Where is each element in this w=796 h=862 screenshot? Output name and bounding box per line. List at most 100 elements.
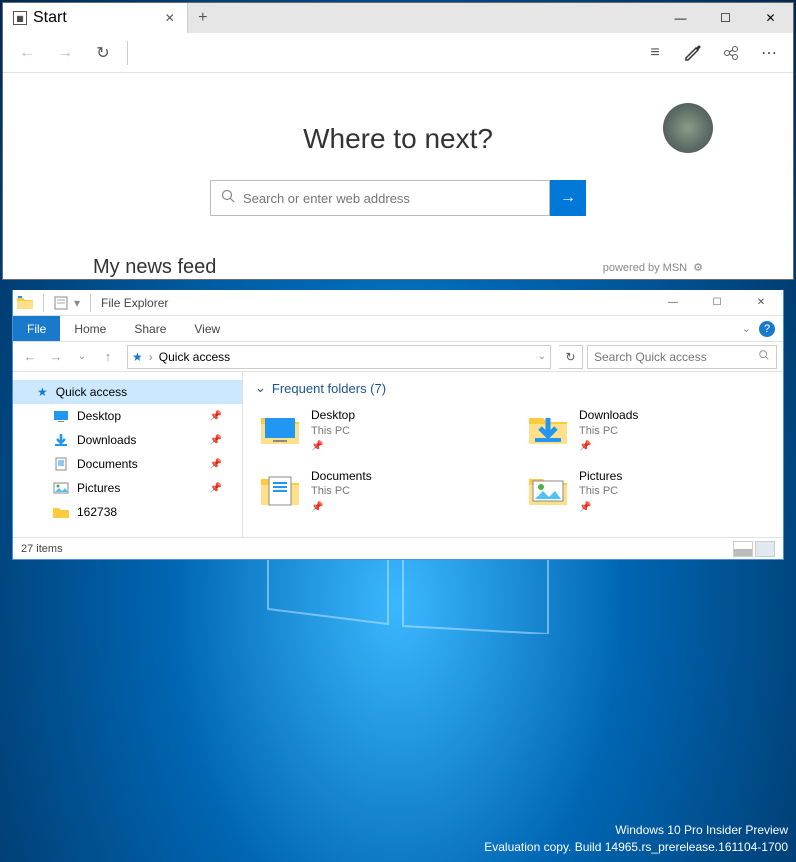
fe-maximize-button[interactable]: ☐ xyxy=(695,290,739,316)
fe-minimize-button[interactable]: — xyxy=(651,290,695,316)
ribbon-home-tab[interactable]: Home xyxy=(60,316,120,341)
qa-dropdown[interactable]: ▾ xyxy=(74,296,80,310)
pin-icon: 📌 xyxy=(579,501,622,514)
folder-icon xyxy=(259,473,301,509)
close-window-button[interactable]: ✕ xyxy=(748,3,793,33)
sidebar-item-label: Quick access xyxy=(56,385,127,399)
folder-location: This PC xyxy=(311,424,355,438)
browser-tab[interactable]: ▦ Start ✕ xyxy=(3,3,188,33)
toolbar-separator xyxy=(127,41,128,65)
folder-location: This PC xyxy=(579,484,622,498)
sidebar-item-quick-access[interactable]: ★ Quick access xyxy=(13,380,242,404)
back-button[interactable]: ← xyxy=(9,35,45,71)
view-icons-button[interactable] xyxy=(755,541,775,557)
fe-ribbon: File Home Share View ⌄ ? xyxy=(13,316,783,342)
ribbon-file-tab[interactable]: File xyxy=(13,316,60,341)
fe-properties-icon[interactable] xyxy=(54,296,68,310)
folder-item[interactable]: DesktopThis PC 📌 xyxy=(255,404,503,457)
tab-title: Start xyxy=(33,9,67,27)
pin-icon: 📌 xyxy=(210,483,222,494)
fe-search-input[interactable] xyxy=(594,350,758,364)
folder-icon xyxy=(53,505,69,519)
fe-sidebar: ★ Quick access Desktop 📌 Downloads 📌 Doc… xyxy=(13,372,243,537)
folder-item[interactable]: DocumentsThis PC📌 xyxy=(255,465,503,518)
view-details-button[interactable] xyxy=(733,541,753,557)
folder-item[interactable]: PicturesThis PC📌 xyxy=(523,465,771,518)
folder-icon xyxy=(527,412,569,448)
sidebar-item-downloads[interactable]: Downloads 📌 xyxy=(13,428,242,452)
fe-window-title: File Explorer xyxy=(95,296,168,310)
search-input[interactable] xyxy=(243,191,539,206)
address-bar[interactable]: ★ › Quick access ⌄ xyxy=(127,345,551,369)
sidebar-item-label: Pictures xyxy=(77,481,120,495)
folder-location: This PC xyxy=(579,424,638,438)
edge-content: Where to next? → My news feed powered by… xyxy=(3,73,793,279)
folder-location: This PC xyxy=(311,484,372,498)
breadcrumb-text: Quick access xyxy=(159,350,230,364)
fe-app-icon xyxy=(17,296,33,310)
minimize-button[interactable]: — xyxy=(658,3,703,33)
edge-titlebar: ▦ Start ✕ + — ☐ ✕ xyxy=(3,3,793,33)
fe-history-button[interactable]: ⌄ xyxy=(71,346,93,368)
edge-toolbar: ← → ↻ ≡ ⋯ xyxy=(3,33,793,73)
star-icon: ★ xyxy=(37,385,48,399)
fe-forward-button[interactable]: → xyxy=(45,346,67,368)
page-heading: Where to next? xyxy=(43,123,753,155)
fe-search-box[interactable] xyxy=(587,345,777,369)
fe-refresh-button[interactable]: ↻ xyxy=(559,345,583,369)
hub-button[interactable]: ≡ xyxy=(637,35,673,71)
desktop-icon xyxy=(53,409,69,423)
search-box[interactable] xyxy=(210,180,550,216)
folder-icon xyxy=(527,473,569,509)
folder-item[interactable]: DownloadsThis PC📌 xyxy=(523,404,771,457)
share-button[interactable] xyxy=(713,35,749,71)
search-icon xyxy=(221,189,235,208)
close-tab-button[interactable]: ✕ xyxy=(163,11,177,25)
settings-gear-icon[interactable]: ⚙ xyxy=(693,261,703,274)
sidebar-item-label: 162738 xyxy=(77,505,117,519)
fe-close-button[interactable]: ✕ xyxy=(739,290,783,316)
fe-nav-bar: ← → ⌄ ↑ ★ › Quick access ⌄ ↻ xyxy=(13,342,783,372)
watermark-line2: Evaluation copy. Build 14965.rs_prerelea… xyxy=(484,839,788,856)
help-icon[interactable]: ? xyxy=(759,321,775,337)
sidebar-item-documents[interactable]: Documents 📌 xyxy=(13,452,242,476)
edge-browser-window: ▦ Start ✕ + — ☐ ✕ ← → ↻ ≡ ⋯ Where to nex… xyxy=(2,2,794,280)
pin-icon: 📌 xyxy=(210,411,222,422)
chevron-down-icon: ⌄ xyxy=(255,380,266,396)
pin-icon: 📌 xyxy=(210,435,222,446)
forward-button[interactable]: → xyxy=(47,35,83,71)
new-tab-button[interactable]: + xyxy=(188,9,218,27)
tab-favicon: ▦ xyxy=(13,11,27,25)
watermark-line1: Windows 10 Pro Insider Preview xyxy=(484,822,788,839)
ribbon-share-tab[interactable]: Share xyxy=(120,316,180,341)
folder-icon xyxy=(259,412,301,448)
search-go-button[interactable]: → xyxy=(550,180,586,216)
sidebar-item-label: Desktop xyxy=(77,409,121,423)
sidebar-item-label: Documents xyxy=(77,457,138,471)
sidebar-item-label: Downloads xyxy=(77,433,136,447)
news-feed-title: My news feed xyxy=(93,256,216,279)
more-button[interactable]: ⋯ xyxy=(751,35,787,71)
user-avatar[interactable] xyxy=(663,103,713,153)
windows-watermark: Windows 10 Pro Insider Preview Evaluatio… xyxy=(484,822,788,856)
fe-main-pane: ⌄ Frequent folders (7) DesktopThis PC📌Do… xyxy=(243,372,783,537)
fe-up-button[interactable]: ↑ xyxy=(97,346,119,368)
refresh-button[interactable]: ↻ xyxy=(85,35,121,71)
ribbon-expand-button[interactable]: ⌄ xyxy=(742,322,751,335)
folder-name: Desktop xyxy=(311,408,355,424)
sidebar-item-pictures[interactable]: Pictures 📌 xyxy=(13,476,242,500)
addr-dropdown-icon[interactable]: ⌄ xyxy=(538,351,546,362)
notes-button[interactable] xyxy=(675,35,711,71)
maximize-button[interactable]: ☐ xyxy=(703,3,748,33)
status-items-count: 27 items xyxy=(21,543,63,555)
sidebar-item-desktop[interactable]: Desktop 📌 xyxy=(13,404,242,428)
fe-back-button[interactable]: ← xyxy=(19,346,41,368)
fe-status-bar: 27 items xyxy=(13,537,783,559)
downloads-icon xyxy=(53,433,69,447)
pin-icon: 📌 xyxy=(579,440,638,453)
pin-icon: 📌 xyxy=(311,440,355,453)
section-header-frequent[interactable]: ⌄ Frequent folders (7) xyxy=(255,380,771,396)
ribbon-view-tab[interactable]: View xyxy=(180,316,234,341)
sidebar-item-folder[interactable]: 162738 xyxy=(13,500,242,524)
fe-titlebar: ▾ File Explorer — ☐ ✕ xyxy=(13,290,783,316)
